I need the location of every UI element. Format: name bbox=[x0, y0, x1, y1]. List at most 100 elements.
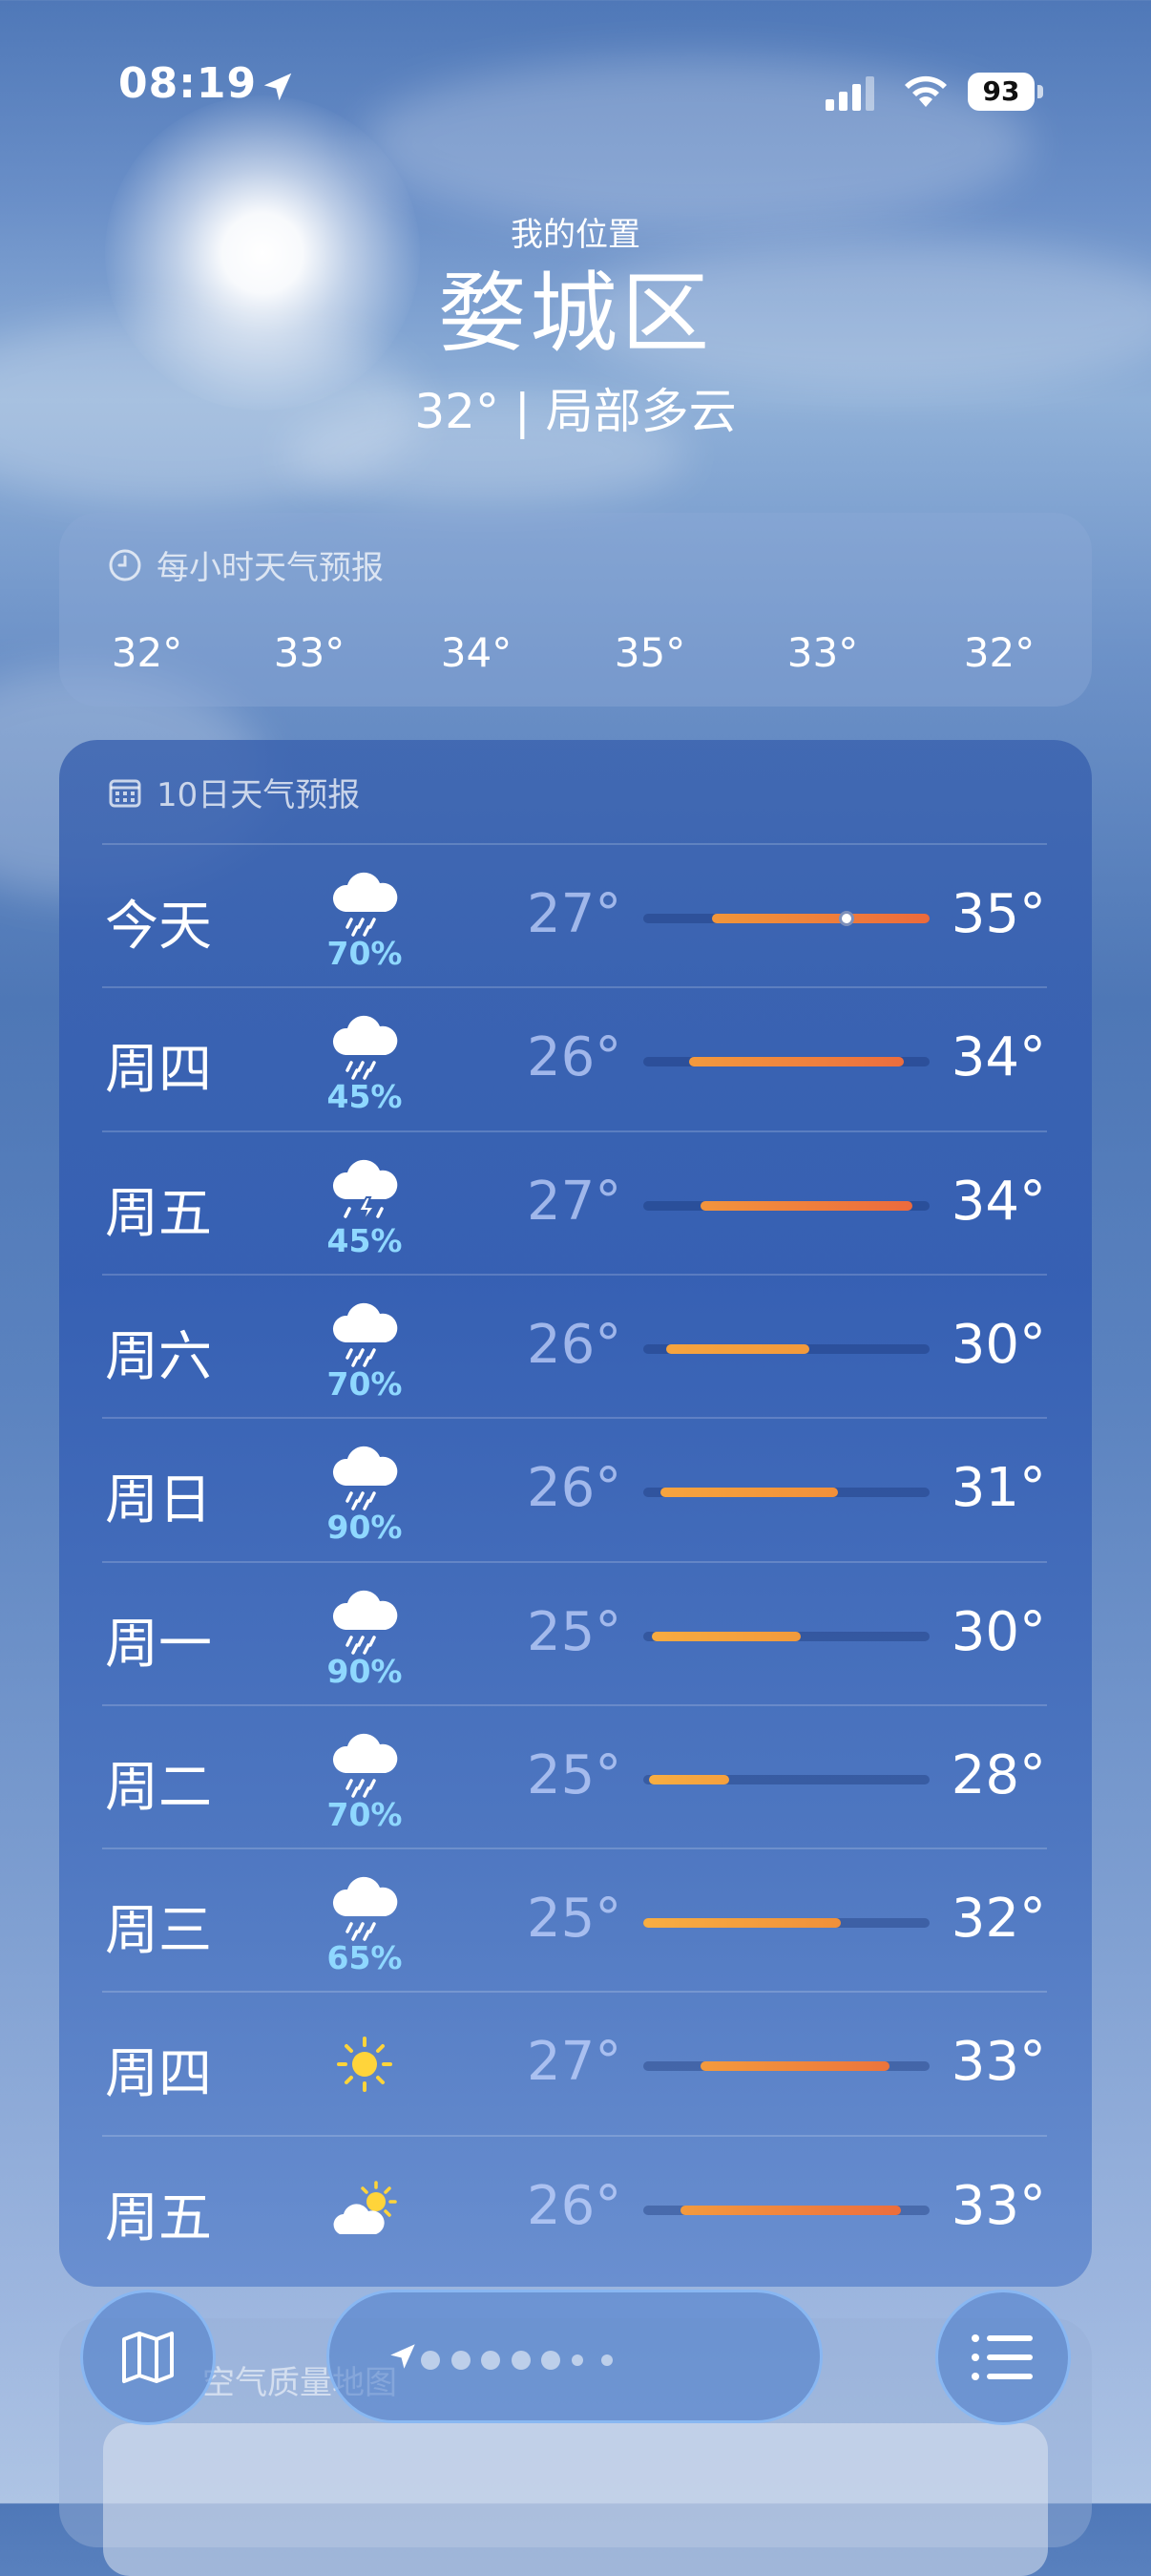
forecast-day-row[interactable]: 今天 70% 27° 35° bbox=[59, 845, 1092, 988]
air-quality-map[interactable] bbox=[103, 2423, 1048, 2576]
temp-range-fill bbox=[701, 1200, 912, 1211]
my-location-label: 我的位置 bbox=[511, 216, 640, 254]
forecast-day-row[interactable]: 周六 70% 26° 30° bbox=[59, 1276, 1092, 1419]
day-name: 周五 bbox=[105, 1182, 212, 1245]
page-dot[interactable] bbox=[481, 2351, 500, 2370]
forecast-day-row[interactable]: 周五 45% 27° 34° bbox=[59, 1132, 1092, 1276]
low-temp: 27° bbox=[527, 1170, 622, 1233]
city-name: 婺城区 bbox=[437, 263, 713, 365]
high-temp: 33° bbox=[951, 2031, 1046, 2094]
ten-day-forecast-header: 10日天气预报 bbox=[107, 769, 360, 815]
day-name: 周二 bbox=[105, 1756, 212, 1819]
low-temp: 26° bbox=[527, 2174, 622, 2237]
temp-range-fill bbox=[712, 914, 930, 923]
rain-cloud-icon bbox=[326, 1733, 403, 1800]
day-name: 周一 bbox=[105, 1613, 212, 1676]
temp-range-bar bbox=[643, 1918, 930, 1929]
forecast-day-row[interactable]: 周四 45% 26° 34° bbox=[59, 988, 1092, 1131]
temp-range-bar bbox=[643, 1631, 930, 1641]
high-temp: 30° bbox=[951, 1600, 1046, 1663]
low-temp: 26° bbox=[527, 1026, 622, 1089]
status-bar: 08:19 93 bbox=[0, 57, 1151, 134]
current-condition: 32° | 局部多云 bbox=[414, 384, 737, 439]
hourly-temp: 34° bbox=[440, 629, 513, 676]
forecast-day-row[interactable]: 周三 65% 25° 32° bbox=[59, 1849, 1092, 1993]
status-time: 08:19 bbox=[118, 59, 258, 108]
thunderstorm-icon bbox=[326, 1159, 403, 1226]
day-name: 周五 bbox=[105, 2186, 212, 2249]
sun-icon bbox=[326, 2031, 403, 2098]
location-list-button[interactable] bbox=[935, 2290, 1071, 2425]
list-icon bbox=[972, 2334, 1033, 2380]
precipitation-chance: 90% bbox=[326, 1509, 403, 1547]
rain-cloud-icon bbox=[326, 872, 403, 939]
high-temp: 34° bbox=[951, 1170, 1046, 1233]
forecast-day-row[interactable]: 周日 90% 26° 31° bbox=[59, 1419, 1092, 1562]
precipitation-chance: 65% bbox=[326, 1939, 403, 1977]
forecast-day-row[interactable]: 周一 90% 25° 30° bbox=[59, 1563, 1092, 1706]
high-temp: 35° bbox=[951, 883, 1046, 945]
rain-cloud-icon bbox=[326, 1876, 403, 1943]
ten-day-forecast-title: 10日天气预报 bbox=[157, 776, 361, 814]
map-button[interactable] bbox=[80, 2290, 216, 2425]
temp-range-bar bbox=[643, 1343, 930, 1354]
page-dot[interactable] bbox=[450, 2351, 471, 2370]
page-dot[interactable] bbox=[601, 2354, 613, 2366]
forecast-day-row[interactable]: 周四 27° 33° bbox=[59, 1993, 1092, 2136]
high-temp: 31° bbox=[951, 1457, 1046, 1520]
hourly-temp: 32° bbox=[111, 629, 183, 676]
wifi-icon bbox=[905, 75, 947, 107]
rain-cloud-icon bbox=[326, 1446, 403, 1512]
hourly-forecast-card[interactable]: 每小时天气预报 32° 33° 34° 35° 33° 32° bbox=[59, 513, 1092, 707]
rain-cloud-icon bbox=[326, 1590, 403, 1657]
precipitation-chance: 70% bbox=[326, 1364, 403, 1403]
hourly-temp: 32° bbox=[963, 629, 1036, 676]
day-name: 周六 bbox=[105, 1325, 212, 1388]
precipitation-chance: 70% bbox=[326, 935, 403, 972]
day-name: 周日 bbox=[105, 1469, 212, 1532]
location-arrow-icon bbox=[263, 73, 292, 101]
low-temp: 25° bbox=[527, 1743, 622, 1806]
low-temp: 25° bbox=[527, 1600, 622, 1663]
temp-range-bar bbox=[643, 1488, 930, 1498]
rain-cloud-icon bbox=[326, 1302, 403, 1369]
high-temp: 34° bbox=[951, 1026, 1046, 1089]
page-dot[interactable] bbox=[421, 2351, 440, 2370]
day-name: 周四 bbox=[105, 1039, 212, 1102]
temp-range-fill bbox=[666, 1343, 809, 1354]
high-temp: 30° bbox=[951, 1313, 1046, 1376]
page-dot[interactable] bbox=[571, 2354, 583, 2366]
forecast-day-row[interactable]: 周五 26° 33° bbox=[59, 2137, 1092, 2280]
page-dot[interactable] bbox=[511, 2351, 531, 2370]
clock-icon bbox=[109, 549, 141, 581]
hourly-temp: 35° bbox=[614, 629, 686, 676]
location-header: 我的位置 婺城区 32° | 局部多云 bbox=[0, 208, 1151, 442]
temp-range-bar bbox=[643, 2205, 930, 2215]
map-icon bbox=[122, 2332, 174, 2383]
temp-range-fill bbox=[660, 1488, 838, 1498]
page-indicator[interactable] bbox=[326, 2290, 823, 2423]
hourly-temp: 33° bbox=[273, 629, 345, 676]
day-name: 周四 bbox=[105, 2043, 212, 2106]
hourly-forecast-title: 每小时天气预报 bbox=[157, 549, 384, 587]
temp-range-bar bbox=[643, 2061, 930, 2072]
temp-range-bar bbox=[643, 911, 930, 926]
temp-range-fill bbox=[680, 2205, 901, 2215]
hourly-temp: 33° bbox=[786, 629, 859, 676]
low-temp: 26° bbox=[527, 1457, 622, 1520]
battery-indicator: 93 bbox=[968, 73, 1044, 111]
ten-day-forecast-card[interactable]: 10日天气预报 今天 70% 27° 35° 周四 45% 26° 34° 周五 45% 27° 34… bbox=[59, 740, 1092, 2287]
location-arrow-icon bbox=[390, 2344, 415, 2369]
precipitation-chance: 90% bbox=[326, 1652, 403, 1690]
low-temp: 27° bbox=[527, 883, 622, 945]
calendar-icon bbox=[109, 779, 141, 807]
precipitation-chance: 45% bbox=[326, 1221, 403, 1259]
temp-range-fill bbox=[689, 1057, 904, 1067]
temp-range-bar bbox=[643, 1057, 930, 1067]
high-temp: 28° bbox=[951, 1743, 1046, 1806]
forecast-day-row[interactable]: 周二 70% 25° 28° bbox=[59, 1706, 1092, 1849]
temp-range-fill bbox=[643, 1918, 841, 1929]
day-name: 周三 bbox=[105, 1900, 212, 1963]
hourly-forecast-header: 每小时天气预报 bbox=[107, 541, 384, 588]
page-dot[interactable] bbox=[541, 2351, 560, 2370]
